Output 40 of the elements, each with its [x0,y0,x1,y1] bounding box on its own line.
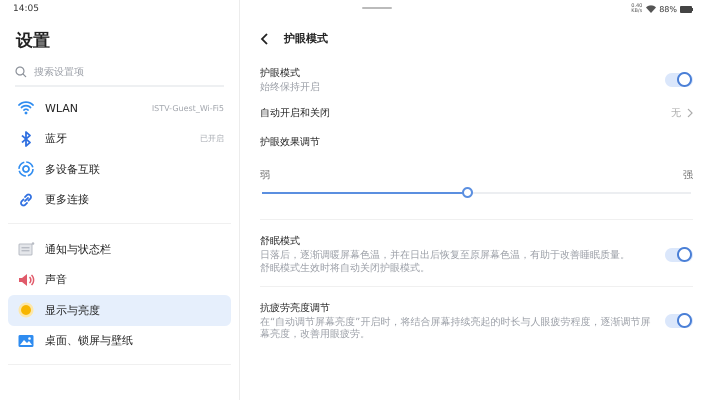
sun-icon [17,301,35,320]
setting-description: 舒眠模式生效时将自动关闭护眼模式。 [260,263,430,275]
drag-handle[interactable] [362,7,392,9]
battery-percent: 88% [659,4,677,14]
battery-icon [680,6,693,12]
setting-label: 护眼模式 [260,66,300,80]
target-icon [17,160,35,178]
setting-description: 在“自动调节屏幕亮度”开启时，将结合屏幕持续亮起的时长与人眼疲劳程度，逐渐调节屏幕亮度，改善用眼疲劳。 [260,317,652,341]
wifi-signal-icon [646,5,656,13]
min-label: 弱 [260,169,270,182]
status-time: 14:05 [13,4,39,14]
sidebar-item[interactable]: 更多连接 [8,184,231,215]
page-title: 护眼模式 [284,31,328,46]
slider-thumb[interactable] [462,187,473,198]
sidebar-item[interactable]: 通知与状态栏 [8,234,231,264]
wifi-icon [17,99,35,118]
link-icon [17,190,35,209]
sidebar-item[interactable]: 声音 [8,264,231,295]
search-field[interactable]: 搜索设置项 [34,66,214,78]
notification-panel-icon [17,240,35,258]
settings-title: 设置 [16,30,51,52]
chevron-right-icon [687,108,693,118]
setting-label: 护眼效果调节 [260,136,321,149]
setting-label: 抗疲劳亮度调节 [260,302,330,315]
sidebar-item[interactable]: 桌面、锁屏与壁纸 [8,326,231,356]
toggle-switch[interactable] [665,248,693,262]
toggle-switch[interactable] [665,73,693,87]
toggle-switch[interactable] [665,314,693,328]
search-icon [15,66,27,78]
sidebar-item[interactable]: WLAN ISTV-Guest_Wi-Fi5 [8,93,231,124]
setting-value: 无 [671,107,681,120]
sidebar-item[interactable]: 多设备互联 [8,154,231,184]
back-icon[interactable] [260,32,270,46]
max-label: 强 [683,169,693,182]
setting-description: 日落后，逐渐调暖屏幕色温，并在日出后恢复至原屏幕色温，有助于改善睡眠质量。 [260,250,630,262]
sidebar-item[interactable]: 显示与亮度 [8,295,231,326]
setting-description: 始终保持开启 [260,82,320,94]
setting-label: 舒眠模式 [260,234,300,248]
sidebar-item[interactable]: 蓝牙 已开启 [8,124,231,154]
setting-label[interactable]: 自动开启和关闭 [260,106,665,120]
